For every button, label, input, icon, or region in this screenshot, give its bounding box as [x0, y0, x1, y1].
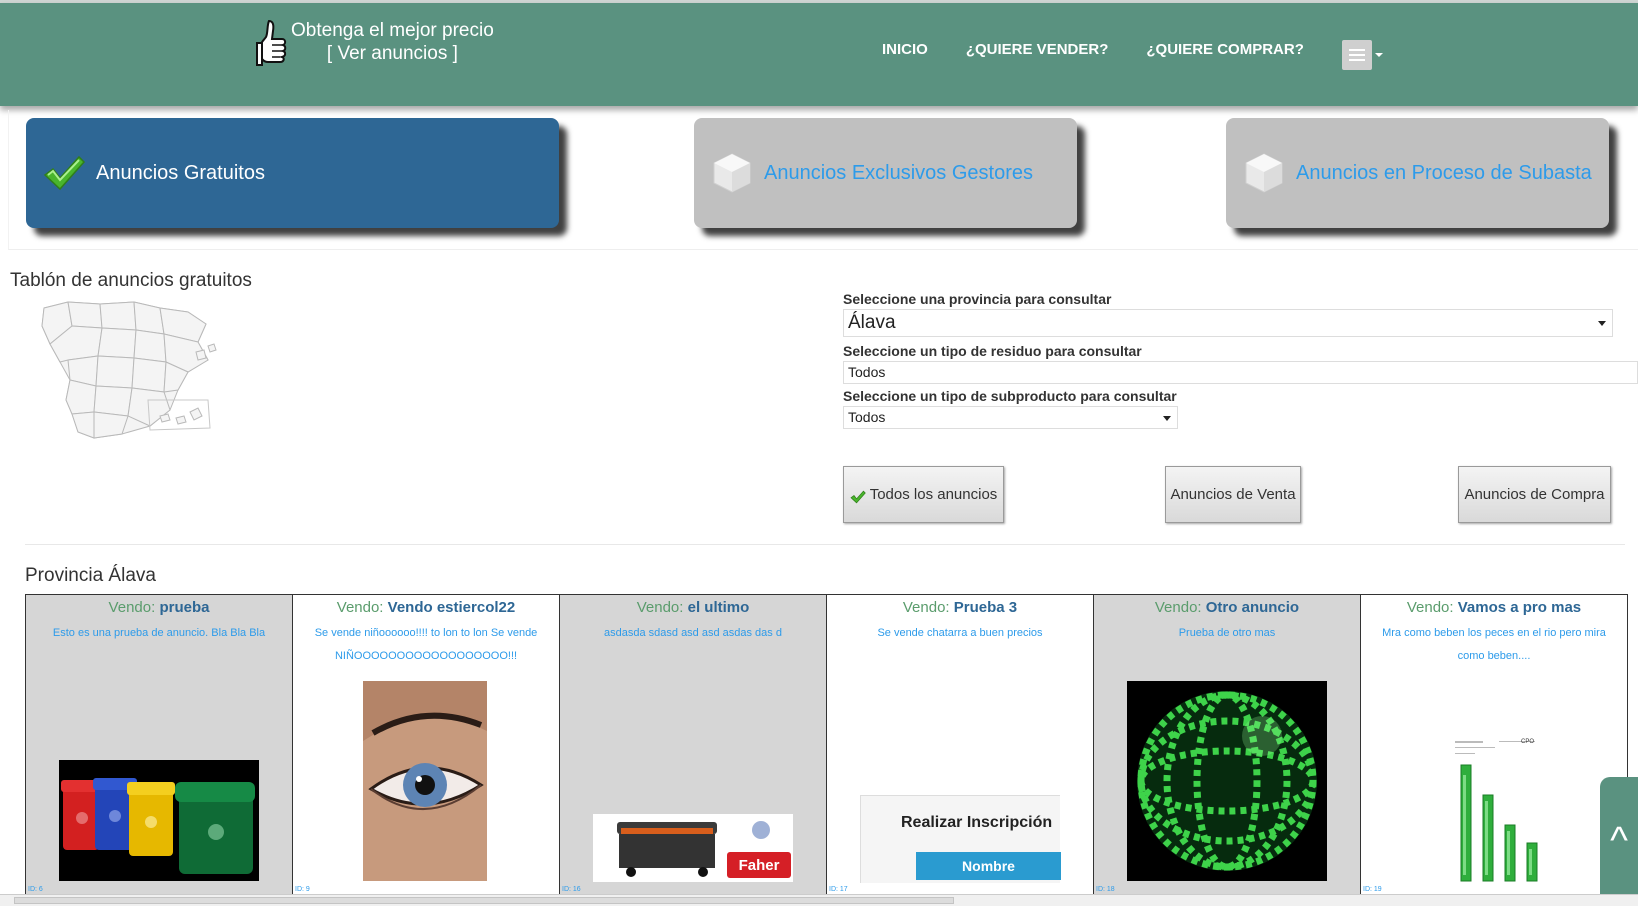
svg-text:CPO: CPO [1521, 739, 1534, 745]
ad-image-recycling-bins[interactable] [59, 760, 259, 881]
brand-link[interactable]: Obtenga el mejor precio [ Ver anuncios ] [255, 19, 494, 73]
ad-description: Mra como beben los peces en el rio pero … [1382, 627, 1606, 662]
province-title: Provincia Álava [25, 565, 156, 586]
subproduct-label: Seleccione un tipo de subproducto para c… [843, 388, 1177, 404]
ad-category-tabs: Anuncios Gratuitos Anuncios Exclusivos G… [8, 110, 1638, 250]
scroll-to-top-button[interactable]: ^ [1600, 777, 1638, 905]
ad-name: prueba [159, 599, 210, 616]
filter-label: Anuncios de Venta [1170, 486, 1296, 503]
residue-select[interactable]: Todos [843, 361, 1638, 384]
hamburger-icon[interactable] [1342, 40, 1372, 70]
ad-type: Vendo: [1154, 599, 1202, 616]
header-bar: Obtenga el mejor precio [ Ver anuncios ]… [0, 3, 1638, 106]
ad-description: Esto es una prueba de anuncio. Bla Bla B… [52, 627, 266, 639]
ad-title[interactable]: Vendo: Vamos a pro mas [1361, 598, 1627, 618]
ad-card[interactable]: Vendo: prueba Esto es una prueba de anun… [26, 595, 293, 895]
ad-image-cart-and-logo[interactable]: Faher [593, 814, 793, 882]
ad-name: el ultimo [687, 599, 750, 616]
scrollbar-thumb[interactable] [14, 897, 954, 904]
ad-image-blue-eye[interactable] [363, 681, 487, 881]
ad-type: Vendo: [1406, 599, 1454, 616]
nav-quiere-vender[interactable]: ¿QUIERE VENDER? [966, 41, 1109, 58]
filter-anuncios-de-venta[interactable]: Anuncios de Venta [1165, 466, 1301, 523]
ad-title[interactable]: Vendo: Otro anuncio [1094, 598, 1360, 618]
brand-text: Obtenga el mejor precio [ Ver anuncios ] [291, 19, 494, 65]
tab-anuncios-exclusivos-gestores[interactable]: Anuncios Exclusivos Gestores [694, 118, 1077, 228]
ad-card[interactable]: Vendo: el ultimo asdasda sdasd asd asd a… [560, 595, 827, 895]
ad-description: Se vende chatarra a buen precios [877, 627, 1043, 639]
ad-id: ID: 6 [28, 886, 43, 893]
ad-image-button-text: Nombre [916, 852, 1061, 880]
province-label: Seleccione una provincia para consultar [843, 291, 1112, 307]
ad-type: Vendo: [336, 599, 384, 616]
ad-title[interactable]: Vendo: prueba [26, 598, 292, 618]
ad-card[interactable]: Vendo: Vamos a pro mas Mra como beben lo… [1361, 595, 1627, 895]
nav-inicio[interactable]: INICIO [882, 41, 928, 58]
ad-name: Vamos a pro mas [1457, 599, 1582, 616]
cube-icon [1245, 153, 1283, 193]
tab-label: Anuncios Exclusivos Gestores [764, 161, 1034, 184]
tab-anuncios-en-proceso-de-subasta[interactable]: Anuncios en Proceso de Subasta [1226, 118, 1609, 228]
checkmark-icon [43, 155, 86, 191]
caret-down-icon[interactable] [1375, 53, 1383, 57]
chevron-up-icon: ^ [1610, 819, 1628, 862]
ad-description: Prueba de otro mas [1178, 627, 1276, 639]
ad-name: Vendo estiercol22 [387, 599, 516, 616]
thumbs-up-icon [256, 19, 287, 66]
ad-description: Se vende niñoooooo!!!! to lon to lon Se … [314, 627, 538, 662]
chevron-down-icon [1598, 321, 1606, 326]
section-divider [25, 544, 1625, 545]
ad-id: ID: 19 [1363, 886, 1382, 893]
province-select[interactable]: Álava [843, 309, 1613, 337]
ad-id: ID: 17 [829, 886, 848, 893]
tab-label: Anuncios en Proceso de Subasta [1296, 161, 1592, 184]
ad-description: asdasda sdasd asd asd asdas das d [604, 627, 782, 639]
ad-image-form-screenshot[interactable]: Realizar Inscripción Nombre [860, 795, 1061, 883]
ad-name: Otro anuncio [1205, 599, 1300, 616]
ad-type: Vendo: [636, 599, 684, 616]
ad-card[interactable]: Vendo: Otro anuncio Prueba de otro mas I… [1094, 595, 1361, 895]
brand-line-1: Obtenga el mejor precio [291, 20, 494, 41]
tab-anuncios-gratuitos[interactable]: Anuncios Gratuitos [26, 118, 559, 228]
filter-label: Todos los anuncios [869, 486, 998, 503]
filter-anuncios-de-compra[interactable]: Anuncios de Compra [1458, 466, 1611, 523]
filter-todos-los-anuncios[interactable]: Todos los anuncios [843, 466, 1004, 523]
ad-image-bar-chart-image[interactable]: CPO [1449, 735, 1549, 883]
ad-card[interactable]: Vendo: Prueba 3 Se vende chatarra a buen… [827, 595, 1094, 895]
cube-icon [713, 153, 751, 193]
chevron-down-icon [1163, 415, 1171, 421]
ad-title[interactable]: Vendo: Vendo estiercol22 [293, 598, 559, 618]
board-title: Tablón de anuncios gratuitos [10, 270, 252, 291]
ad-name: Prueba 3 [953, 599, 1018, 616]
residue-label: Seleccione un tipo de residuo para consu… [843, 343, 1142, 359]
horizontal-scrollbar[interactable] [0, 894, 1638, 906]
checkmark-icon [850, 490, 866, 503]
nav-quiere-comprar[interactable]: ¿QUIERE COMPRAR? [1146, 41, 1304, 58]
filter-label: Anuncios de Compra [1464, 486, 1605, 503]
ad-image-text: Realizar Inscripción [901, 814, 1053, 831]
ad-id: ID: 9 [295, 886, 310, 893]
ad-id: ID: 16 [562, 886, 581, 893]
ad-type: Vendo: [108, 599, 156, 616]
subproduct-select[interactable]: Todos [843, 406, 1178, 429]
ads-grid: Vendo: prueba Esto es una prueba de anun… [25, 594, 1628, 895]
ad-id: ID: 18 [1096, 886, 1115, 893]
tab-label: Anuncios Gratuitos [96, 161, 265, 184]
ad-card[interactable]: Vendo: Vendo estiercol22 Se vende niñooo… [293, 595, 560, 895]
ad-type: Vendo: [902, 599, 950, 616]
ad-title[interactable]: Vendo: Prueba 3 [827, 598, 1093, 618]
svg-text:Faher: Faher [739, 857, 780, 874]
brand-line-2: [ Ver anuncios ] [326, 43, 458, 64]
main-nav: INICIO ¿QUIERE VENDER? ¿QUIERE COMPRAR? [882, 41, 1342, 58]
province-selected-value: Álava [848, 312, 896, 333]
ad-image-binary-globe[interactable] [1127, 681, 1327, 881]
subproduct-selected-value: Todos [848, 409, 886, 425]
spain-map[interactable] [38, 300, 224, 450]
residue-selected-value: Todos [848, 364, 886, 380]
ad-title[interactable]: Vendo: el ultimo [560, 598, 826, 618]
